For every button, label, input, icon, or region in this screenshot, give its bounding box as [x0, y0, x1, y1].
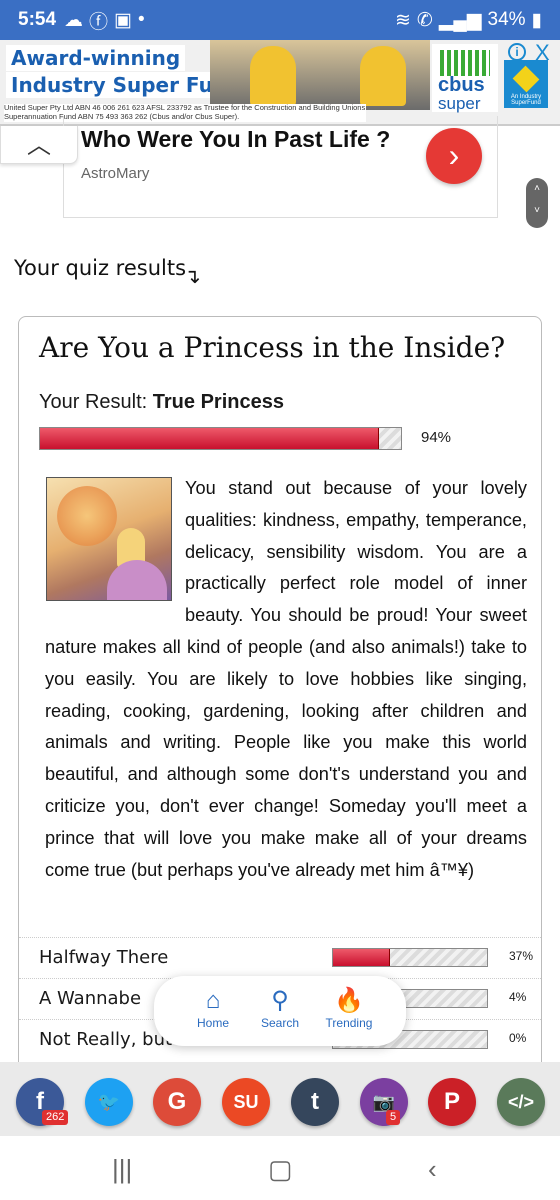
result-progress-fill: [40, 428, 380, 449]
other-result-bar: [332, 948, 488, 967]
nav-search-label: Search: [260, 1016, 300, 1030]
facebook-notification-icon: ⓕ: [89, 11, 109, 33]
nav-home-label: Home: [196, 1016, 229, 1030]
ad-photo: [210, 40, 430, 110]
back-icon[interactable]: ‹: [428, 1154, 437, 1185]
camera-share-button[interactable]: 📷 5: [360, 1078, 408, 1126]
google-icon: G: [167, 1088, 187, 1115]
recent-apps-icon[interactable]: |||: [112, 1154, 132, 1185]
ad-headline-1: Award-winning: [6, 45, 186, 71]
cbus-logo-bars: [440, 50, 490, 76]
other-result-label: A Wannabe: [39, 988, 142, 1009]
chevron-down-icon: ˅: [534, 205, 540, 216]
tumblr-share-button[interactable]: t: [291, 1078, 339, 1126]
ad-info-icon[interactable]: i: [508, 43, 526, 61]
nav-trending[interactable]: 🔥 Trending: [314, 986, 384, 1030]
call-icon: ✆: [416, 9, 433, 31]
status-bar: 5:54 ☁ ⓕ ▣ • ≋ ✆ ▂▄▆ 34% ▮: [0, 0, 560, 40]
share-bar: f 262 🐦 G SU t 📷 5 P </>: [0, 1062, 560, 1136]
nav-search[interactable]: ⚲ Search: [245, 986, 315, 1030]
share-count: 5: [386, 1110, 401, 1125]
chevron-up-icon: ˄: [534, 183, 540, 194]
signal-icon: ▂▄▆: [438, 9, 482, 31]
twitter-icon: 🐦: [97, 1092, 121, 1112]
battery-level: 34%: [487, 9, 526, 30]
promo-title: Who Were You In Past Life ?: [81, 126, 391, 152]
status-time: 5:54: [18, 9, 57, 30]
result-line: Your Result: True Princess: [39, 391, 284, 414]
pinterest-share-button[interactable]: P: [428, 1078, 476, 1126]
other-result-fill: [333, 949, 390, 966]
stumbleupon-share-button[interactable]: SU: [222, 1078, 270, 1126]
other-result-percent: 4%: [509, 990, 527, 1004]
nav-home[interactable]: ⌂ Home: [178, 986, 248, 1030]
ad-worker-figure: [360, 46, 406, 106]
stumbleupon-icon: SU: [233, 1092, 259, 1112]
camera-icon: 📷: [372, 1092, 396, 1112]
other-result-label: Halfway There: [39, 947, 169, 968]
result-prefix: Your Result:: [39, 391, 153, 413]
wifi-icon: ≋: [394, 9, 411, 31]
quiz-result-card: Are You a Princess in the Inside? Your R…: [18, 316, 542, 1076]
home-icon: ⌂: [205, 987, 221, 1014]
ad-close-icon[interactable]: X: [535, 40, 550, 66]
nav-trending-label: Trending: [325, 1016, 373, 1030]
system-nav-bar: ||| ▢ ‹: [0, 1136, 560, 1200]
other-result-percent: 0%: [509, 1031, 527, 1045]
floating-bottom-nav: ⌂ Home ⚲ Search 🔥 Trending: [154, 976, 406, 1046]
other-result-percent: 37%: [509, 949, 534, 963]
tumblr-icon: t: [311, 1088, 319, 1115]
search-icon: ⚲: [271, 987, 289, 1014]
promo-card[interactable]: Who Were You In Past Life ? AstroMary ›: [63, 116, 498, 218]
result-percent: 94%: [421, 429, 452, 446]
other-result-row: Halfway There 37%: [19, 937, 541, 977]
twitter-share-button[interactable]: 🐦: [85, 1078, 133, 1126]
result-progress-bar: [39, 427, 402, 450]
collapse-ad-button[interactable]: ︿: [0, 126, 78, 164]
scroll-handle[interactable]: ˄ ˅: [526, 178, 548, 228]
dot-icon: •: [138, 9, 145, 30]
promo-source: AstroMary: [81, 165, 150, 182]
facebook-share-button[interactable]: f 262: [16, 1078, 69, 1126]
section-title: Your quiz results: [14, 256, 187, 280]
share-count: 262: [42, 1110, 69, 1125]
cbus-logo: cbus super: [432, 44, 498, 113]
fire-icon: 🔥: [334, 987, 364, 1014]
google-share-button[interactable]: G: [153, 1078, 201, 1126]
chevron-up-icon: ︿: [27, 132, 51, 159]
embed-share-button[interactable]: </>: [497, 1078, 545, 1126]
battery-icon: ▮: [531, 9, 542, 31]
quiz-title: Are You a Princess in the Inside?: [39, 331, 506, 364]
ad-banner[interactable]: Award-winning Industry Super Fund cbus s…: [0, 40, 560, 126]
result-value: True Princess: [152, 391, 284, 413]
arrow-down-icon: ↴: [184, 266, 201, 288]
chevron-right-icon[interactable]: ›: [426, 128, 482, 184]
notification-icons: ☁ ⓕ ▣ •: [64, 7, 145, 34]
home-circle-icon[interactable]: ▢: [268, 1154, 293, 1185]
result-description-block: You stand out because of your lovely qua…: [45, 473, 527, 886]
ad-worker-figure: [250, 46, 296, 106]
code-icon: </>: [507, 1092, 535, 1112]
cbus-logo-subtext: super: [438, 94, 481, 113]
industry-superfund-badge: An Industry SuperFund: [504, 60, 548, 108]
image-icon: ▣: [114, 9, 132, 31]
cloud-icon: ☁: [64, 9, 84, 31]
pinterest-icon: P: [443, 1088, 460, 1115]
